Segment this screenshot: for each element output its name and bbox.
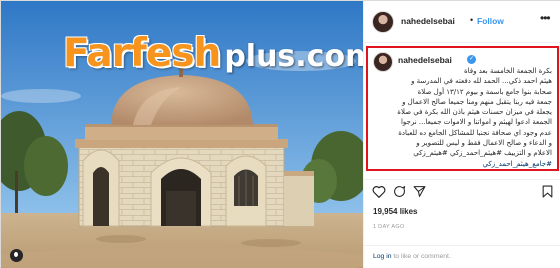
caption-line: عدم وجود اي صحافة نجنبا للمشاكل الجامع د… <box>398 128 552 137</box>
post-date: 1 DAY AGO <box>373 224 405 230</box>
caption-line: الجمعة ادعوا لهيثم و امواتنا و الاموات ج… <box>400 118 552 127</box>
watermark-sub: plus.com <box>224 39 363 74</box>
post-photo[interactable]: Farfesh plus.com <box>1 1 363 268</box>
login-prompt-text: to like or comment. <box>391 253 451 260</box>
site-watermark: Farfesh plus.com <box>63 31 363 81</box>
action-bar <box>364 179 560 203</box>
instagram-icon[interactable] <box>10 249 23 262</box>
follow-button[interactable]: Follow <box>477 16 504 26</box>
caption-line: جمعة فيه ربنا يتقبل منهم ومنا جميعا صالح… <box>402 97 552 106</box>
login-prompt: Log in to like or comment. <box>373 253 451 260</box>
header-username[interactable]: nahedelsebai <box>401 16 455 26</box>
caption-avatar[interactable] <box>373 52 393 72</box>
heart-icon[interactable] <box>372 185 386 198</box>
caption-line: الاعلام و التزييف #هيثم_احمد_زكي #هيثم_ز… <box>413 149 552 158</box>
caption-line: بكرة الجمعة الخامسة بعد وفاة <box>463 67 552 75</box>
more-options-icon[interactable]: ••• <box>540 11 551 25</box>
caption-line: و الدعاء و صالح الاعمال فقط و ليس للتصوي… <box>416 139 552 148</box>
share-icon[interactable] <box>413 185 426 198</box>
likes-count[interactable]: 19,954 likes <box>373 207 417 216</box>
login-bar: Log in to like or comment. <box>364 245 560 268</box>
comment-icon[interactable] <box>393 185 406 198</box>
caption-line: صحابة بنوا جامع باسمة و بيوم ١٣/١٢ أول ص… <box>417 87 552 96</box>
caption-text: بكرة الجمعة الخامسة بعد وفاة هيثم احمد ذ… <box>394 66 552 169</box>
login-link[interactable]: Log in <box>373 253 392 260</box>
instagram-embed: Farfesh plus.com nahedelsebai • Follow •… <box>0 0 560 268</box>
separator-dot: • <box>470 15 474 25</box>
caption-highlight: nahedelsebai ✓ بكرة الجمعة الخامسة بعد و… <box>366 46 559 171</box>
verified-badge-icon: ✓ <box>467 55 476 64</box>
watermark-main: Farfesh <box>63 31 221 76</box>
caption-hashtag-link[interactable]: #جامع_هيثم_احمد_زكي <box>394 159 552 169</box>
avatar[interactable] <box>372 11 394 33</box>
caption-line: هيثم احمد ذكي... الحمد لله دفعته في المد… <box>411 77 552 86</box>
bookmark-icon[interactable] <box>542 185 553 198</box>
post-sidebar: nahedelsebai • Follow ••• nahedelsebai ✓… <box>363 1 560 268</box>
post-header: nahedelsebai • Follow ••• <box>364 1 560 43</box>
caption-username[interactable]: nahedelsebai <box>398 55 452 65</box>
caption-line: يجعلة في ميزان حسنات هيثم باذن الله بكرة… <box>397 108 552 117</box>
